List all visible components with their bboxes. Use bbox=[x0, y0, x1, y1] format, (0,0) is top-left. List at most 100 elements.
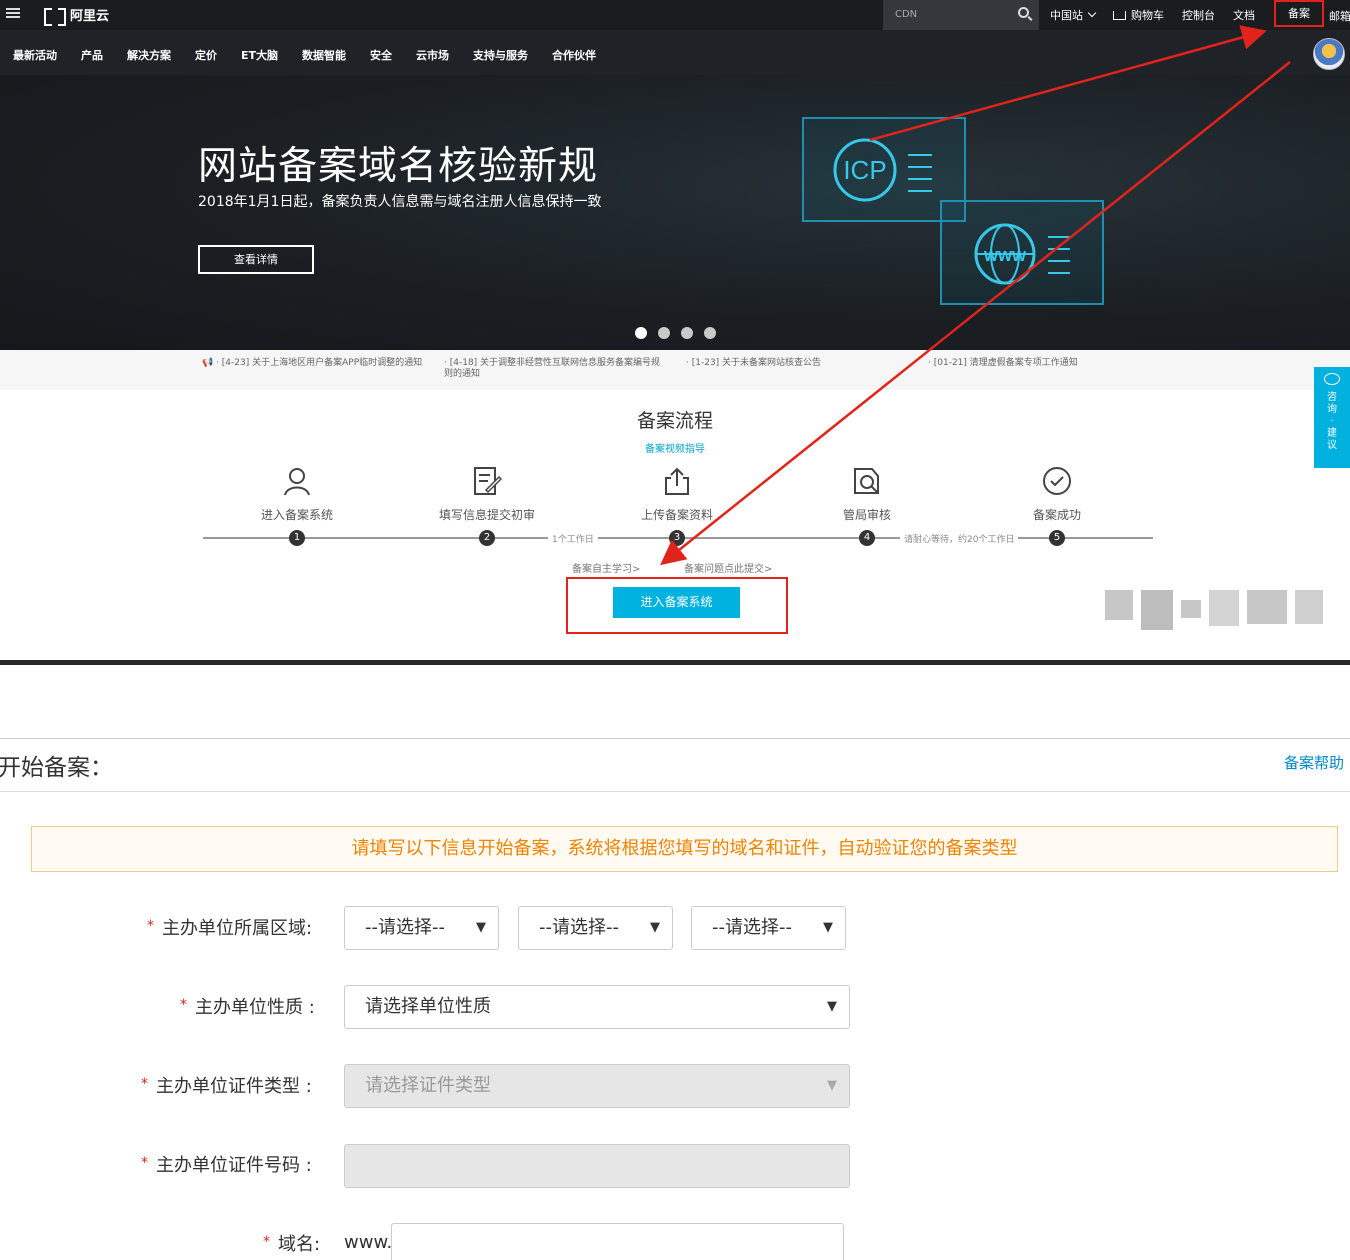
notice-item-1[interactable]: 📢 · [4-23] 关于上海地区用户备案APP临时调整的通知 bbox=[202, 358, 427, 369]
search-input[interactable]: CDN bbox=[883, 0, 1039, 30]
nav-item-activity[interactable]: 最新活动 bbox=[13, 47, 57, 63]
nav-item-support[interactable]: 支持与服务 bbox=[473, 47, 528, 63]
cert-type-label: * 主办单位证件类型 : bbox=[141, 1072, 312, 1098]
nav-item-et-brain[interactable]: ET大脑 bbox=[241, 47, 278, 63]
main-nav: 最新活动 产品 解决方案 定价 ET大脑 数据智能 安全 云市场 支持与服务 合… bbox=[0, 30, 1350, 75]
cert-number-input bbox=[344, 1144, 850, 1188]
cart-link[interactable]: 购物车 bbox=[1113, 7, 1164, 23]
carousel-dot-1[interactable] bbox=[635, 327, 647, 339]
console-link[interactable]: 控制台 bbox=[1182, 7, 1215, 23]
feedback-char: · bbox=[1330, 416, 1334, 427]
region-label: * 主办单位所属区域: bbox=[147, 914, 312, 940]
carousel-dots bbox=[635, 327, 727, 339]
nav-item-marketplace[interactable]: 云市场 bbox=[416, 47, 449, 63]
step-label: 备案成功 bbox=[1032, 508, 1081, 522]
page: 阿里云 CDN 中国站 购物车 控制台 文档 备案 邮箱 最新活动 产品 解决方… bbox=[0, 0, 1350, 1260]
select-value: 请选择单位性质 bbox=[365, 996, 491, 1017]
process-step-1: 进入备案系统 1 bbox=[207, 466, 387, 546]
nav-item-security[interactable]: 安全 bbox=[370, 47, 392, 63]
step-label: 管局审核 bbox=[842, 508, 891, 522]
dropdown-arrow-icon: ▼ bbox=[476, 920, 486, 935]
hero-banner: 网站备案域名核验新规 2018年1月1日起，备案负责人信息需与域名注册人信息保持… bbox=[0, 75, 1350, 350]
menu-icon[interactable] bbox=[6, 6, 20, 20]
step-number: 2 bbox=[479, 530, 495, 546]
unit-nature-select[interactable]: 请选择单位性质 ▼ bbox=[344, 985, 850, 1029]
district-select[interactable]: --请选择-- ▼ bbox=[691, 906, 846, 950]
beian-link[interactable]: 备案 bbox=[1274, 0, 1324, 27]
hero-title: 网站备案域名核验新规 bbox=[198, 144, 599, 189]
notice-text-3: [1-23] 关于未备案网站核查公告 bbox=[691, 358, 822, 368]
nav-item-pricing[interactable]: 定价 bbox=[195, 47, 217, 63]
form-divider bbox=[0, 791, 1350, 792]
enter-beian-system-button[interactable]: 进入备案系统 bbox=[613, 587, 740, 618]
dropdown-arrow-icon: ▼ bbox=[827, 999, 837, 1014]
review-search-icon bbox=[854, 468, 879, 494]
carousel-dot-4[interactable] bbox=[704, 327, 716, 339]
self-study-link[interactable]: 备案自主学习> bbox=[572, 560, 640, 575]
video-guide-link[interactable]: 备案视频指导 bbox=[0, 440, 1350, 455]
feedback-char: 咨 bbox=[1327, 392, 1337, 403]
notice-item-2[interactable]: · [4-18] 关于调整非经营性互联网信息服务备案编号规则的通知 bbox=[444, 358, 669, 380]
notice-text-2: [4-18] 关于调整非经营性互联网信息服务备案编号规则的通知 bbox=[444, 358, 661, 379]
form-title: 开始备案： bbox=[0, 755, 113, 781]
aliyun-logo-icon bbox=[44, 7, 66, 26]
carousel-dot-2[interactable] bbox=[658, 327, 670, 339]
nav-item-data-intelligence[interactable]: 数据智能 bbox=[302, 47, 346, 63]
city-select[interactable]: --请选择-- ▼ bbox=[518, 906, 673, 950]
process-title: 备案流程 bbox=[636, 410, 713, 432]
step-number: 5 bbox=[1049, 530, 1065, 546]
required-mark: * bbox=[141, 1155, 148, 1171]
icp-www-illustration: ICP www bbox=[802, 117, 1104, 305]
domain-input[interactable] bbox=[391, 1223, 844, 1260]
select-value: --请选择-- bbox=[365, 917, 445, 938]
notice-text-4: [01-21] 清理虚假备案专项工作通知 bbox=[933, 358, 1078, 368]
feedback-tab[interactable]: 咨 询 · 建 议 bbox=[1314, 367, 1350, 468]
nav-item-solutions[interactable]: 解决方案 bbox=[127, 47, 171, 63]
carousel-dot-3[interactable] bbox=[681, 327, 693, 339]
step-number: 1 bbox=[289, 530, 305, 546]
check-circle-icon bbox=[1043, 467, 1071, 495]
region-switch[interactable]: 中国站 bbox=[1050, 7, 1097, 23]
search-placeholder: CDN bbox=[895, 9, 918, 20]
faq-submit-link[interactable]: 备案问题点此提交> bbox=[684, 560, 772, 575]
domain-label-text: 域名: bbox=[278, 1234, 321, 1255]
search-icon[interactable] bbox=[1018, 7, 1029, 18]
form-divider-top bbox=[0, 738, 1350, 739]
mail-link[interactable]: 邮箱 bbox=[1329, 8, 1350, 24]
avatar[interactable] bbox=[1313, 38, 1345, 70]
docs-link[interactable]: 文档 bbox=[1233, 7, 1255, 23]
step-label: 进入备案系统 bbox=[260, 508, 333, 522]
required-mark: * bbox=[263, 1234, 270, 1250]
province-select[interactable]: --请选择-- ▼ bbox=[344, 906, 499, 950]
nav-item-partners[interactable]: 合作伙伴 bbox=[552, 47, 596, 63]
select-value: 请选择证件类型 bbox=[365, 1075, 491, 1096]
step-label: 上传备案资料 bbox=[640, 508, 713, 522]
process-step-2: 填写信息提交初审 2 bbox=[397, 466, 577, 546]
feedback-char: 议 bbox=[1327, 440, 1337, 451]
required-mark: * bbox=[180, 997, 187, 1013]
www-text: www bbox=[983, 245, 1027, 265]
view-details-button[interactable]: 查看详情 bbox=[198, 245, 314, 274]
logo[interactable]: 阿里云 bbox=[44, 5, 109, 26]
notice-item-3[interactable]: · [1-23] 关于未备案网站核查公告 bbox=[686, 358, 911, 369]
notice-text-1: [4-23] 关于上海地区用户备案APP临时调整的通知 bbox=[221, 358, 423, 368]
process-step-4: 管局审核 4 bbox=[777, 466, 957, 546]
section-divider bbox=[0, 660, 1350, 665]
select-value: --请选择-- bbox=[539, 917, 619, 938]
domain-label: * 域名: bbox=[263, 1230, 320, 1256]
step-time-note-1: 1个工作日 bbox=[548, 532, 598, 545]
nav-item-products[interactable]: 产品 bbox=[81, 47, 103, 63]
beian-help-link[interactable]: 备案帮助 bbox=[1284, 752, 1344, 773]
top-links: 中国站 购物车 控制台 文档 bbox=[1050, 0, 1273, 30]
dropdown-arrow-icon: ▼ bbox=[823, 920, 833, 935]
process-step-5: 备案成功 5 bbox=[967, 466, 1147, 546]
select-value: --请选择-- bbox=[712, 917, 792, 938]
edit-form-icon bbox=[474, 467, 503, 495]
notice-item-4[interactable]: · [01-21] 清理虚假备案专项工作通知 bbox=[928, 358, 1153, 369]
notice-strip: 📢 · [4-23] 关于上海地区用户备案APP临时调整的通知 · [4-18]… bbox=[0, 350, 1350, 390]
chat-bubble-icon bbox=[1324, 373, 1340, 385]
required-mark: * bbox=[147, 918, 154, 934]
info-alert: 请填写以下信息开始备案，系统将根据您填写的域名和证件，自动验证您的备案类型 bbox=[31, 826, 1338, 872]
cert-number-label: * 主办单位证件号码 : bbox=[141, 1151, 312, 1177]
nature-label: * 主办单位性质 : bbox=[180, 993, 315, 1019]
